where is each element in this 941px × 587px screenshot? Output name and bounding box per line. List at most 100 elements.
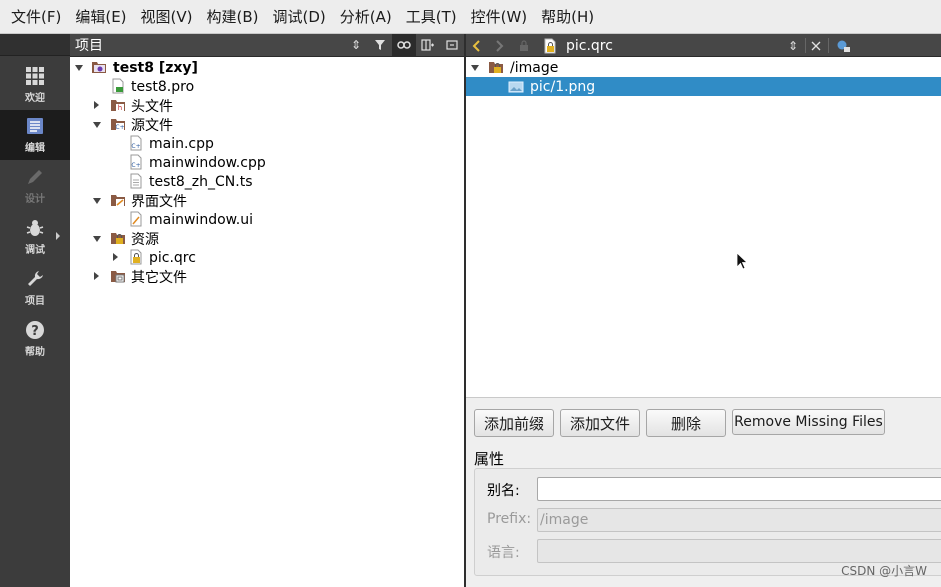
view-select-updown-icon[interactable]: ⇕ (344, 34, 368, 57)
properties-title: 属性 (474, 450, 505, 468)
alias-label: 别名: (487, 483, 520, 499)
mode-debug-arrow-icon (56, 232, 60, 240)
menu-help[interactable]: 帮助(H) (534, 0, 601, 34)
project-tree[interactable]: test8 [zxy] test8.pro h 头文件 C+ 源文件 C+ ma… (70, 57, 464, 587)
split-editor-icon[interactable] (835, 34, 851, 57)
tree-item-file[interactable]: pic.qrc (70, 248, 464, 267)
prefix-icon (489, 62, 503, 73)
expand-arrow-icon[interactable] (471, 65, 479, 71)
resource-tree[interactable]: /image pic/1.png (466, 57, 941, 397)
mode-design-label: 设计 (25, 194, 45, 205)
expand-arrow-icon[interactable] (93, 198, 101, 204)
back-arrow-icon[interactable] (472, 34, 482, 57)
mode-sidebar: 欢迎 编辑 设计 调试 项目 ? 帮助 (0, 34, 70, 587)
svg-text:C+: C+ (131, 143, 140, 150)
bug-icon (26, 220, 44, 236)
tree-item-folder[interactable]: C+ 源文件 (70, 115, 464, 134)
prefix-label: Prefix: (487, 511, 532, 527)
tree-item-file[interactable]: test8.pro (70, 77, 464, 96)
project-icon (92, 62, 106, 73)
pro-file-icon (112, 78, 124, 94)
tree-item-label: 源文件 (131, 117, 173, 134)
tree-item-folder[interactable]: 界面文件 (70, 191, 464, 210)
menu-tools[interactable]: 工具(T) (399, 0, 464, 34)
mode-welcome[interactable]: 欢迎 (0, 60, 70, 110)
qrc-document-icon (542, 34, 558, 57)
menu-bar: 文件(F) 编辑(E) 视图(V) 构建(B) 调试(D) 分析(A) 工具(T… (0, 0, 941, 34)
menu-view[interactable]: 视图(V) (134, 0, 200, 34)
tree-item-file[interactable]: C+ mainwindow.cpp (70, 153, 464, 172)
document-title[interactable]: pic.qrc (566, 34, 613, 57)
resource-prefix-label: /image (510, 59, 559, 76)
tree-item-label: 界面文件 (131, 193, 187, 210)
collapse-arrow-icon[interactable] (113, 253, 118, 261)
folder-resources-icon (111, 233, 125, 244)
tree-item-file[interactable]: mainwindow.ui (70, 210, 464, 229)
help-icon: ? (26, 321, 44, 339)
resource-prefix-item[interactable]: /image (466, 58, 941, 77)
menu-file[interactable]: 文件(F) (4, 0, 68, 34)
tree-item-file[interactable]: test8_zh_CN.ts (70, 172, 464, 191)
image-file-icon (508, 81, 524, 93)
properties-group: 别名: Prefix: /image 语言: (474, 468, 941, 576)
language-input[interactable] (537, 539, 941, 563)
tree-item-label: mainwindow.ui (149, 211, 254, 228)
mouse-cursor-icon (736, 252, 748, 270)
svg-text:?: ? (31, 324, 39, 339)
mode-debug-label: 调试 (25, 245, 45, 256)
tree-item-project[interactable]: test8 [zxy] (70, 58, 464, 77)
mode-debug[interactable]: 调试 (0, 212, 70, 262)
prefix-input[interactable]: /image (537, 508, 941, 532)
split-icon[interactable] (416, 34, 440, 57)
svg-text:h: h (118, 104, 122, 112)
menu-debug[interactable]: 调试(D) (266, 0, 333, 34)
expand-arrow-icon[interactable] (93, 122, 101, 128)
resource-editor-panel: 添加前缀 添加文件 删除 Remove Missing Files 属性 别名:… (466, 397, 941, 587)
expand-arrow-icon[interactable] (75, 65, 83, 71)
mode-help[interactable]: ? 帮助 (0, 314, 70, 364)
alias-input[interactable] (537, 477, 941, 501)
menu-analyze[interactable]: 分析(A) (333, 0, 399, 34)
cpp-file-icon: C+ (130, 154, 142, 170)
resource-file-label: pic/1.png (530, 78, 596, 95)
mode-help-label: 帮助 (25, 347, 45, 358)
add-prefix-button[interactable]: 添加前缀 (474, 409, 554, 437)
add-file-button[interactable]: 添加文件 (560, 409, 640, 437)
mode-projects[interactable]: 项目 (0, 263, 70, 313)
menu-edit[interactable]: 编辑(E) (68, 0, 133, 34)
document-edit-icon (27, 118, 43, 134)
tree-item-folder[interactable]: 其它文件 (70, 267, 464, 286)
mode-design[interactable]: 设计 (0, 161, 70, 211)
close-panel-icon[interactable] (440, 34, 464, 57)
document-select-updown-icon[interactable]: ⇕ (788, 34, 798, 57)
collapse-arrow-icon[interactable] (94, 272, 99, 280)
tree-item-label: test8.pro (131, 78, 195, 95)
menu-widgets[interactable]: 控件(W) (464, 0, 535, 34)
folder-headers-icon: h (111, 100, 125, 112)
project-panel-title: 项目 (75, 38, 103, 54)
svg-text:C+: C+ (115, 124, 124, 131)
tree-item-folder[interactable]: h 头文件 (70, 96, 464, 115)
text-file-icon (130, 173, 142, 189)
mode-edit-label: 编辑 (25, 143, 45, 154)
resource-file-item[interactable]: pic/1.png (466, 77, 941, 96)
tree-item-file[interactable]: C+ main.cpp (70, 134, 464, 153)
menu-build[interactable]: 构建(B) (200, 0, 266, 34)
close-document-icon[interactable] (811, 34, 821, 57)
tree-item-folder[interactable]: 资源 (70, 229, 464, 248)
delete-button[interactable]: 删除 (646, 409, 726, 437)
folder-sources-icon: C+ (111, 119, 125, 131)
mode-edit[interactable]: 编辑 (0, 110, 70, 160)
forward-arrow-icon[interactable] (494, 34, 504, 57)
remove-missing-files-button[interactable]: Remove Missing Files (732, 409, 885, 435)
wrench-icon (28, 271, 43, 286)
ui-file-icon (130, 211, 142, 227)
filter-icon[interactable] (368, 34, 392, 57)
qrc-file-icon (130, 249, 142, 265)
collapse-arrow-icon[interactable] (94, 101, 99, 109)
toolbar-separator (805, 38, 806, 53)
link-with-editor-icon[interactable] (392, 33, 416, 57)
expand-arrow-icon[interactable] (93, 236, 101, 242)
tree-item-label: pic.qrc (149, 249, 196, 266)
tree-item-label: 资源 (131, 231, 159, 248)
